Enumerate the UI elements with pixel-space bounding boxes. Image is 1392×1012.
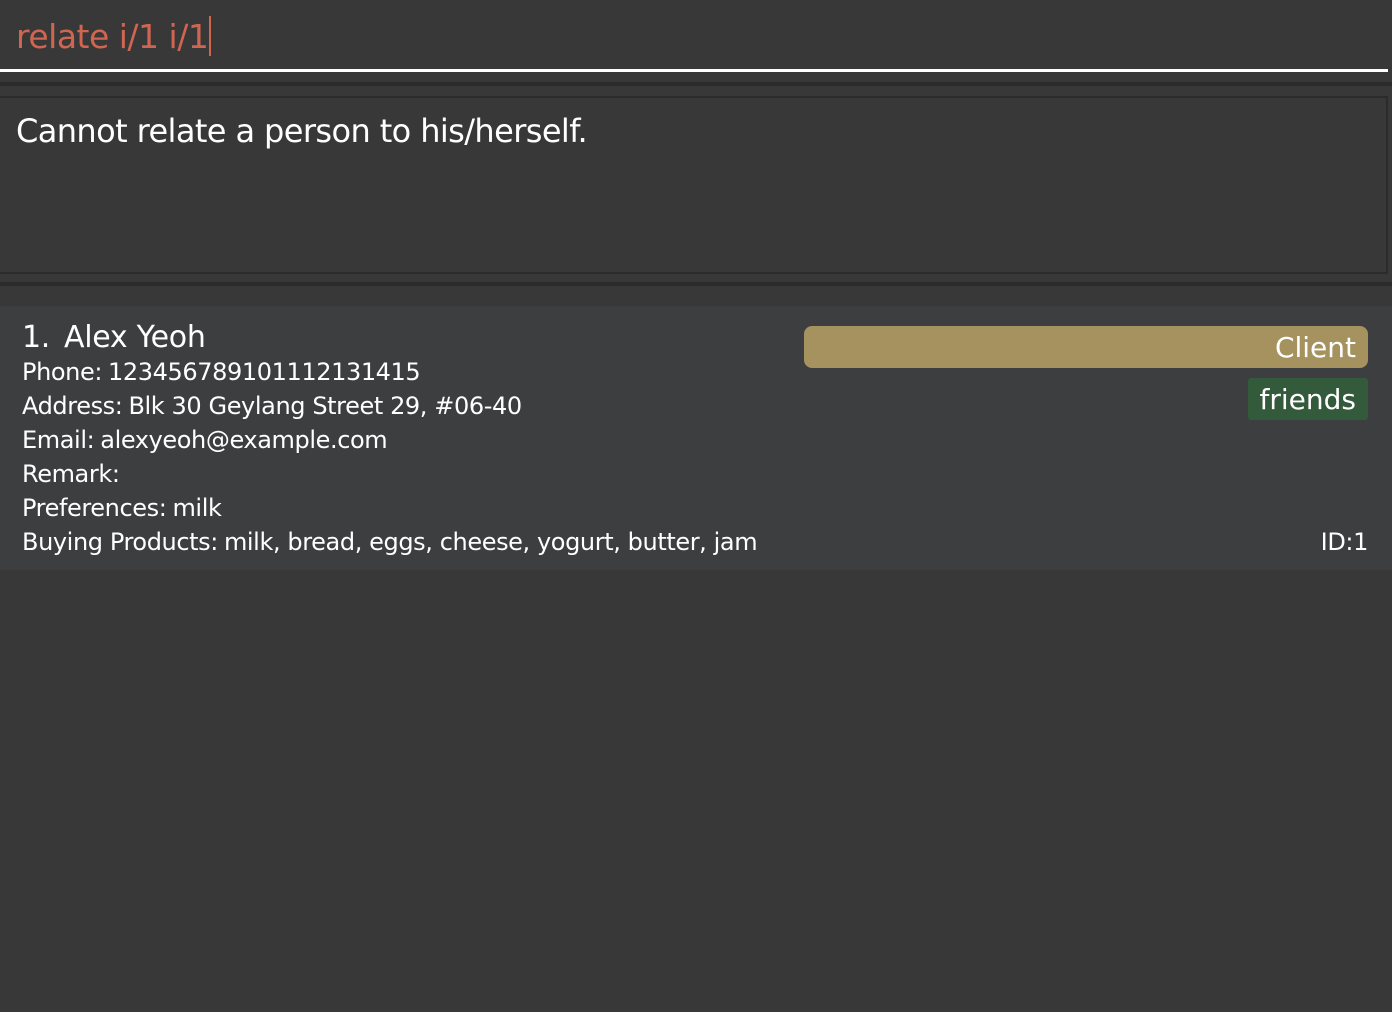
person-name-row: 1. Alex Yeoh: [22, 320, 206, 355]
person-buying-products: Buying Products: milk, bread, eggs, chees…: [22, 528, 758, 556]
person-index: 1.: [22, 320, 51, 355]
email-label: Email:: [22, 426, 95, 454]
phone-label: Phone:: [22, 358, 103, 386]
remark-label: Remark:: [22, 460, 120, 488]
preferences-label: Preferences:: [22, 494, 167, 522]
app-window: relate i/1 i/1 Cannot relate a person to…: [0, 0, 1392, 1012]
person-remark: Remark:: [22, 460, 126, 488]
email-value: alexyeoh@example.com: [100, 426, 388, 454]
person-id: ID:1: [1320, 528, 1369, 556]
person-preferences: Preferences: milk: [22, 494, 222, 522]
buying-products-label: Buying Products:: [22, 528, 218, 556]
address-value: Blk 30 Geylang Street 29, #06-40: [128, 392, 522, 420]
command-input-underline: [0, 69, 1388, 72]
person-address: Address: Blk 30 Geylang Street 29, #06-40: [22, 392, 522, 420]
phone-value: 123456789101112131415: [108, 358, 421, 386]
result-display[interactable]: Cannot relate a person to his/herself.: [0, 96, 1388, 274]
person-list[interactable]: 1. Alex Yeoh Phone: 123456789101112131415 …: [0, 306, 1392, 570]
command-text: relate i/1 i/1: [16, 16, 209, 56]
tag-list: friends: [1247, 378, 1368, 420]
person-name: Alex Yeoh: [64, 320, 206, 355]
id-value: 1: [1353, 528, 1368, 556]
role-label: Client: [1274, 330, 1356, 364]
address-label: Address:: [22, 392, 123, 420]
command-box[interactable]: relate i/1 i/1: [0, 0, 1392, 72]
result-message: Cannot relate a person to his/herself.: [16, 112, 588, 150]
role-badge: Client: [804, 326, 1368, 368]
person-card[interactable]: 1. Alex Yeoh Phone: 123456789101112131415 …: [0, 306, 1392, 570]
divider-middle: [0, 282, 1392, 286]
tag-friends: friends: [1247, 378, 1368, 420]
person-phone: Phone: 123456789101112131415: [22, 358, 421, 386]
person-email: Email: alexyeoh@example.com: [22, 426, 388, 454]
buying-products-value: milk, bread, eggs, cheese, yogurt, butte…: [223, 528, 758, 556]
text-caret: [209, 16, 212, 56]
divider-top: [0, 82, 1392, 86]
id-label: ID:: [1320, 528, 1354, 556]
preferences-value: milk: [172, 494, 222, 522]
command-input[interactable]: relate i/1 i/1: [16, 12, 212, 60]
